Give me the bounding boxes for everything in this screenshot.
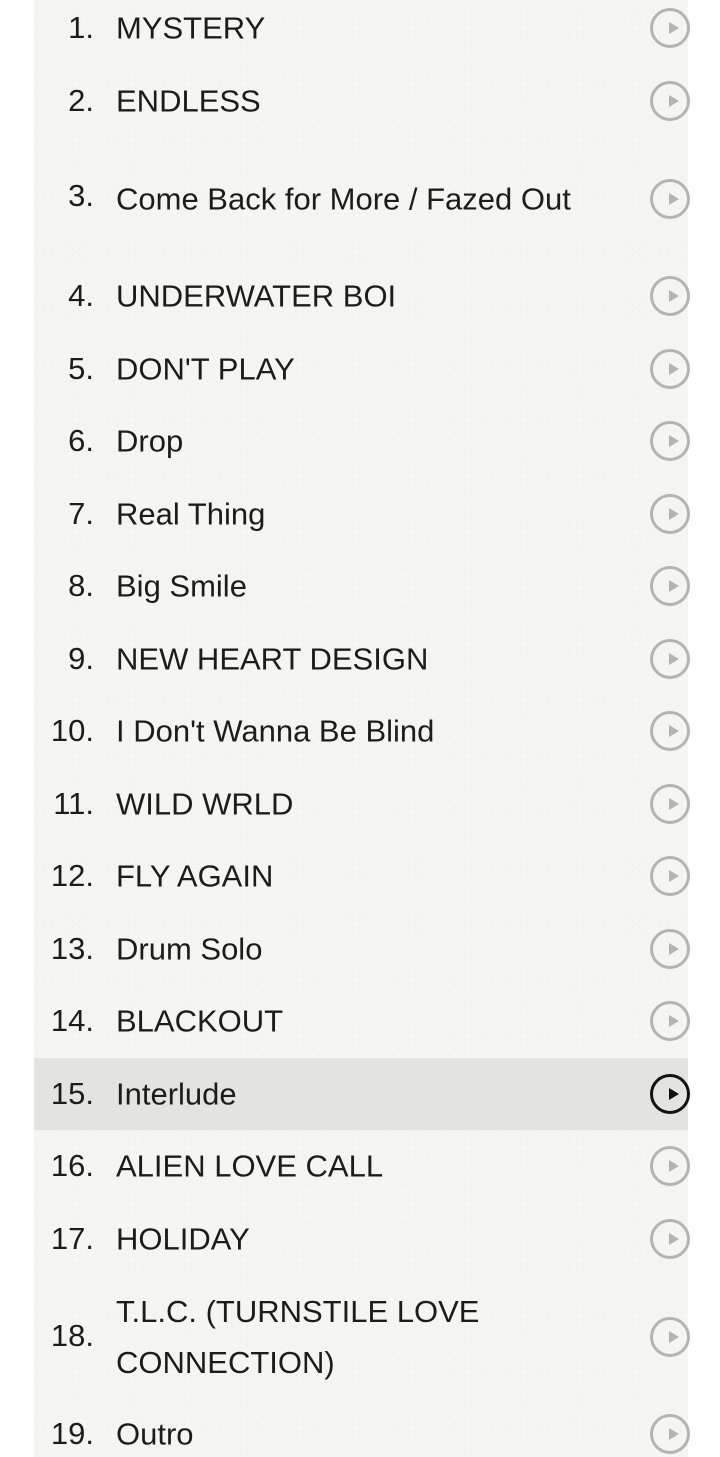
track-title: WILD WRLD	[116, 786, 294, 822]
track-row[interactable]: 5. DON'T PLAY	[34, 333, 690, 406]
track-number: 3.	[68, 178, 94, 213]
track-row[interactable]: 12. FLY AGAIN	[34, 840, 690, 913]
track-row[interactable]: 3. Come Back for More / Fazed Out	[34, 137, 690, 260]
track-title: Interlude	[116, 1076, 237, 1112]
tracklist: 1. MYSTERY 2. ENDLESS 3. Come Back for M…	[34, 0, 690, 1457]
track-title: FLY AGAIN	[116, 858, 274, 894]
track-number: 12.	[50, 858, 94, 894]
play-icon[interactable]	[650, 1073, 690, 1114]
play-triangle	[669, 192, 679, 205]
play-triangle	[669, 797, 679, 810]
track-row[interactable]: 18. T.L.C. (TURNSTILE LOVE CONNECTION)	[34, 1275, 690, 1398]
play-icon[interactable]	[650, 566, 690, 607]
play-triangle	[669, 507, 679, 520]
track-number: 7.	[68, 495, 94, 531]
play-icon[interactable]	[650, 928, 690, 969]
track-number: 15.	[50, 1075, 94, 1111]
track-title: Big Smile	[116, 568, 247, 604]
track-number: 18.	[50, 1318, 94, 1353]
track-title: HOLIDAY	[116, 1221, 250, 1257]
play-triangle	[669, 1428, 679, 1441]
track-title: UNDERWATER BOI	[116, 278, 397, 314]
play-triangle	[669, 22, 679, 35]
tracklist-panel: 1. MYSTERY 2. ENDLESS 3. Come Back for M…	[34, 0, 690, 1457]
track-number: 14.	[50, 1003, 94, 1039]
play-icon[interactable]	[650, 80, 690, 121]
play-triangle	[669, 94, 679, 107]
track-number: 6.	[68, 423, 94, 459]
track-row-active[interactable]: 15. Interlude	[34, 1057, 690, 1130]
track-number: 5.	[68, 350, 94, 386]
track-number: 1.	[68, 10, 94, 46]
track-title: NEW HEART DESIGN	[116, 641, 429, 677]
track-title: Come Back for More / Fazed Out	[116, 181, 571, 216]
track-title: Real Thing	[116, 496, 266, 532]
track-row[interactable]: 9. NEW HEART DESIGN	[34, 623, 690, 696]
track-row[interactable]: 8. Big Smile	[34, 550, 690, 623]
track-number: 2.	[68, 82, 94, 118]
play-icon[interactable]	[650, 638, 690, 679]
play-triangle	[669, 1087, 679, 1100]
track-row[interactable]: 7. Real Thing	[34, 478, 690, 551]
track-row[interactable]: 1. MYSTERY	[34, 0, 690, 65]
play-icon[interactable]	[650, 1146, 690, 1187]
play-triangle	[669, 290, 679, 303]
track-title: Drop	[116, 423, 184, 459]
play-icon[interactable]	[650, 8, 690, 49]
play-triangle	[669, 870, 679, 883]
play-icon[interactable]	[650, 1316, 690, 1357]
play-icon[interactable]	[650, 276, 690, 317]
play-icon[interactable]	[650, 1218, 690, 1259]
track-row[interactable]: 2. ENDLESS	[34, 65, 690, 138]
track-row[interactable]: 11. WILD WRLD	[34, 768, 690, 841]
play-icon[interactable]	[650, 348, 690, 389]
play-icon[interactable]	[650, 783, 690, 824]
play-triangle	[669, 362, 679, 375]
play-triangle	[669, 1160, 679, 1173]
track-row[interactable]: 6. Drop	[34, 405, 690, 478]
track-title: Drum Solo	[116, 931, 263, 967]
play-triangle	[669, 1015, 679, 1028]
track-row[interactable]: 14. BLACKOUT	[34, 985, 690, 1058]
play-triangle	[669, 1232, 679, 1245]
play-triangle	[669, 580, 679, 593]
play-icon[interactable]	[650, 1001, 690, 1042]
track-row[interactable]: 19. Outro	[34, 1398, 690, 1457]
page: 1. MYSTERY 2. ENDLESS 3. Come Back for M…	[0, 0, 720, 1457]
track-number: 19.	[50, 1416, 94, 1452]
play-icon[interactable]	[650, 178, 690, 219]
track-number: 17.	[50, 1220, 94, 1256]
track-row[interactable]: 10. I Don't Wanna Be Blind	[34, 695, 690, 768]
track-row[interactable]: 17. HOLIDAY	[34, 1203, 690, 1276]
track-title: ENDLESS	[116, 83, 261, 119]
track-number: 13.	[50, 930, 94, 966]
play-icon[interactable]	[650, 493, 690, 534]
play-triangle	[669, 652, 679, 665]
track-title: I Don't Wanna Be Blind	[116, 713, 435, 749]
track-title: ALIEN LOVE CALL	[116, 1148, 384, 1184]
play-triangle	[669, 942, 679, 955]
track-number: 11.	[53, 785, 94, 821]
track-title: MYSTERY	[116, 10, 266, 46]
track-number: 8.	[68, 568, 94, 604]
track-title: T.L.C. (TURNSTILE LOVE CONNECTION)	[116, 1293, 480, 1380]
track-row[interactable]: 4. UNDERWATER BOI	[34, 260, 690, 333]
track-row[interactable]: 13. Drum Solo	[34, 913, 690, 986]
track-number: 10.	[50, 713, 94, 749]
play-icon[interactable]	[650, 711, 690, 752]
track-row[interactable]: 16. ALIEN LOVE CALL	[34, 1130, 690, 1203]
track-number: 4.	[68, 278, 94, 314]
play-triangle	[669, 1330, 679, 1343]
track-number: 9.	[68, 640, 94, 676]
track-number: 16.	[50, 1148, 94, 1184]
track-title: BLACKOUT	[116, 1003, 284, 1039]
play-icon[interactable]	[650, 1414, 690, 1455]
play-triangle	[669, 435, 679, 448]
play-triangle	[669, 725, 679, 738]
track-title: Outro	[116, 1416, 194, 1452]
play-icon[interactable]	[650, 421, 690, 462]
play-icon[interactable]	[650, 856, 690, 897]
track-title: DON'T PLAY	[116, 351, 295, 387]
